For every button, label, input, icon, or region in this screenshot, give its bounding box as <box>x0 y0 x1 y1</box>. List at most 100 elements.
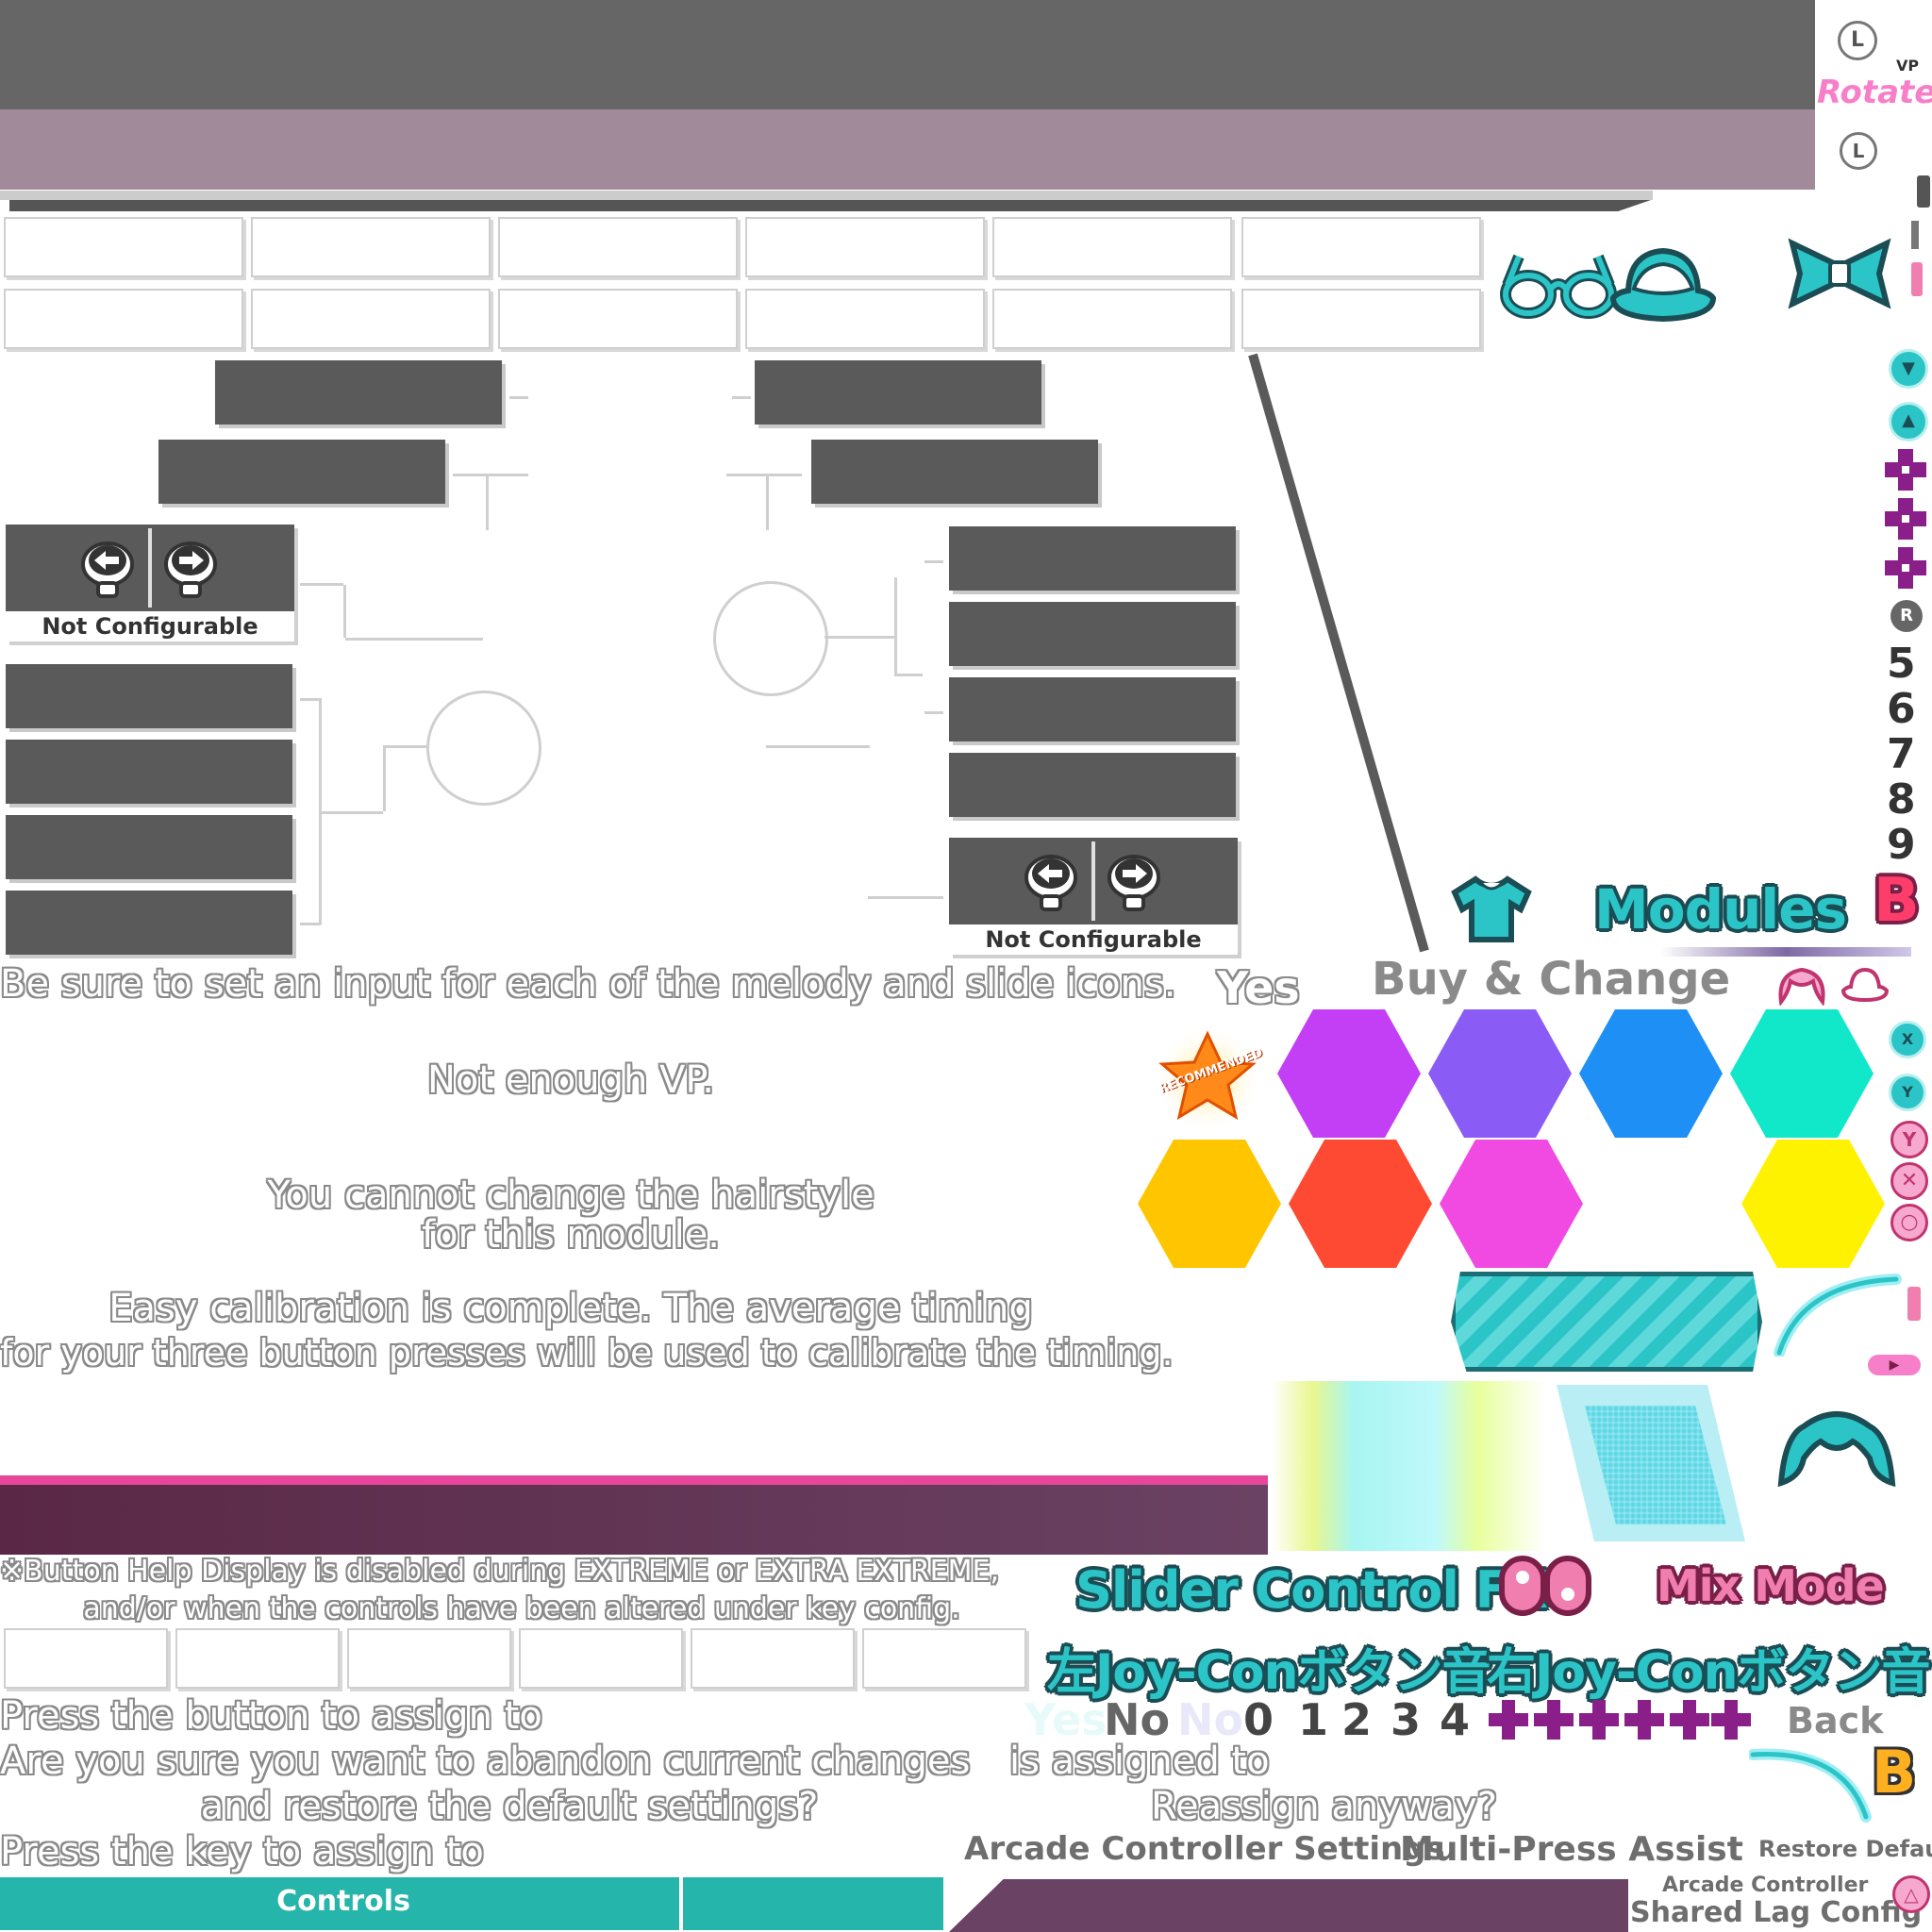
config-box[interactable] <box>6 815 292 879</box>
digit-4: 4 <box>1440 1694 1471 1745</box>
key-slot[interactable] <box>862 1628 1026 1689</box>
controls-tab[interactable]: Controls <box>0 1877 679 1930</box>
digit-5: 5 <box>1887 640 1916 688</box>
color-swatch[interactable] <box>1277 1009 1421 1138</box>
key-slot[interactable] <box>251 289 491 349</box>
connector <box>345 638 483 641</box>
no-option-faded[interactable]: No <box>1177 1694 1243 1745</box>
color-swatch[interactable] <box>1730 1009 1874 1138</box>
left-joycon-sound-title: 左Joy-Conボタン音 <box>1047 1644 1491 1701</box>
mix-mode-title: Mix Mode <box>1657 1560 1885 1611</box>
scroll-tick-2 <box>1911 221 1919 249</box>
dpad-row-icon <box>1489 1700 1751 1740</box>
connector-diagonal <box>1248 353 1429 953</box>
arc-glow-icon <box>1774 1274 1902 1357</box>
connector <box>924 711 943 714</box>
hat-small-icon <box>1840 967 1890 1003</box>
glasses-icon <box>1500 254 1617 319</box>
x-button-icon: X <box>1889 1021 1926 1058</box>
key-slot[interactable] <box>498 217 738 277</box>
config-box[interactable] <box>215 360 502 425</box>
plum-band <box>0 1485 1268 1555</box>
connector <box>300 583 343 586</box>
key-slot[interactable] <box>4 1628 168 1689</box>
b-orange-button-icon[interactable]: B <box>1872 1738 1916 1807</box>
connector <box>824 636 894 639</box>
b-button-icon[interactable]: B <box>1874 866 1920 936</box>
yes-option-faded[interactable]: Yes <box>1024 1694 1108 1745</box>
config-box[interactable] <box>6 664 292 728</box>
no-option[interactable]: No <box>1104 1694 1170 1745</box>
multi-press-label[interactable]: Multi-Press Assist <box>1400 1830 1743 1869</box>
buy-change-label[interactable]: Buy & Change <box>1372 953 1730 1006</box>
connector <box>486 474 489 530</box>
yes-label[interactable]: Yes <box>1217 962 1300 1013</box>
arcade-settings-label[interactable]: Arcade Controller Settings <box>964 1830 1445 1868</box>
config-box[interactable] <box>949 526 1236 591</box>
digit-6: 6 <box>1887 685 1916 733</box>
back-label[interactable]: Back <box>1787 1700 1883 1741</box>
slider-fx-title: Slider Control FX <box>1075 1560 1548 1620</box>
key-slot[interactable] <box>519 1628 683 1689</box>
not-configurable-label: Not Configurable <box>985 926 1202 953</box>
button-help-notice-line1: ※Button Help Display is disabled during … <box>0 1555 1000 1588</box>
connector <box>894 674 923 676</box>
color-swatch[interactable] <box>1138 1140 1281 1268</box>
key-slot[interactable] <box>992 217 1232 277</box>
play-pill-icon: ▶ <box>1868 1355 1921 1375</box>
right-joycon-sound-title: 右Joy-Conボタン音 <box>1487 1644 1930 1701</box>
config-box[interactable] <box>949 753 1236 817</box>
connector <box>732 396 751 399</box>
rotate-label: Rotate <box>1817 74 1932 111</box>
connector <box>383 745 426 748</box>
config-box[interactable] <box>755 360 1041 425</box>
header-divider-dark <box>9 200 1651 211</box>
key-slot[interactable] <box>745 289 985 349</box>
right-arrow-icon <box>1108 855 1160 911</box>
color-swatch[interactable] <box>1579 1009 1723 1138</box>
key-slot[interactable] <box>251 217 491 277</box>
reassign-prompt: Reassign anyway? <box>1151 1785 1498 1828</box>
right-arrow-icon <box>164 541 217 598</box>
key-slot[interactable] <box>498 289 738 349</box>
shared-lag-config-label[interactable]: Shared Lag Config <box>1630 1896 1922 1929</box>
digit-2: 2 <box>1341 1694 1373 1745</box>
key-slot[interactable] <box>691 1628 855 1689</box>
slider-bar[interactable] <box>1451 1272 1762 1372</box>
controls-tab-label: Controls <box>276 1885 410 1918</box>
calibration-message-line2: for your three button presses will be us… <box>0 1332 1174 1374</box>
key-slot[interactable] <box>1241 289 1481 349</box>
restore-defaults-label[interactable]: Restore Defaults <box>1758 1836 1932 1862</box>
key-slot[interactable] <box>1241 217 1481 277</box>
color-swatch[interactable] <box>1741 1140 1885 1268</box>
left-arrow-icon <box>81 541 134 598</box>
color-swatch[interactable] <box>1428 1009 1572 1138</box>
press-button-prompt: Press the button to assign to <box>0 1694 542 1738</box>
header-band <box>0 0 1815 109</box>
connector <box>868 896 943 899</box>
config-box[interactable] <box>811 440 1098 504</box>
button-help-notice-line2: and/or when the controls have been alter… <box>83 1592 960 1625</box>
key-slot[interactable] <box>175 1628 340 1689</box>
controls-tab-secondary[interactable] <box>683 1877 943 1930</box>
config-box[interactable] <box>6 740 292 804</box>
press-key-prompt: Press the key to assign to <box>0 1830 484 1874</box>
circle-button-icon: ○ <box>1890 1204 1928 1241</box>
key-slot[interactable] <box>992 289 1232 349</box>
config-box[interactable] <box>6 891 292 955</box>
color-swatch[interactable] <box>1289 1140 1432 1268</box>
hair-icon <box>1778 967 1825 1006</box>
config-box[interactable] <box>949 677 1236 741</box>
key-slot[interactable] <box>347 1628 511 1689</box>
color-swatch[interactable] <box>1440 1140 1583 1268</box>
modules-title: Modules <box>1594 877 1847 941</box>
connector <box>726 474 802 476</box>
key-slot[interactable] <box>4 289 243 349</box>
key-slot[interactable] <box>745 217 985 277</box>
config-box[interactable] <box>158 440 445 504</box>
plum-band-pink-line <box>0 1475 1268 1485</box>
config-box[interactable] <box>949 602 1236 666</box>
dpad-icon <box>1885 498 1926 540</box>
connector <box>383 747 386 811</box>
key-slot[interactable] <box>4 217 243 277</box>
